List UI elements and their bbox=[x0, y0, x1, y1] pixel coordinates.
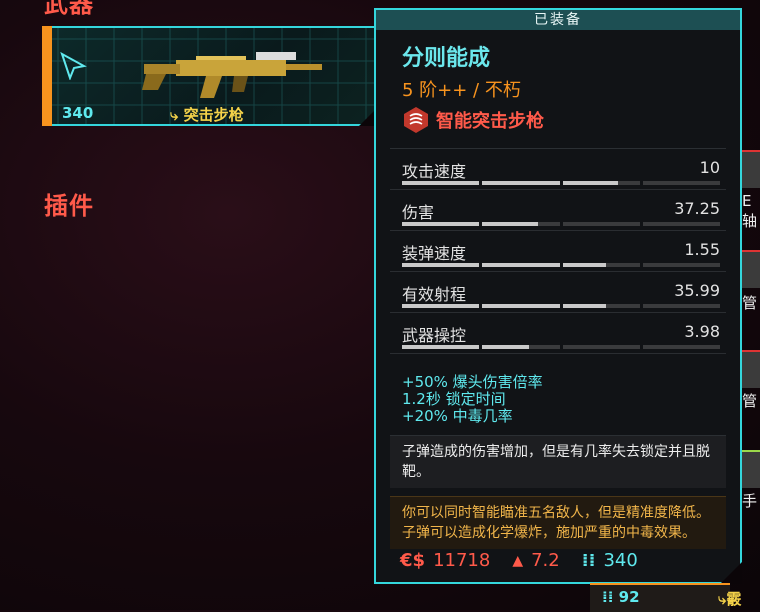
weapon-description: 子弹造成的伤害增加，但是有几率失去锁定并且脱靶。 bbox=[390, 435, 726, 488]
stat-row: 有效射程 35.99 bbox=[390, 272, 726, 313]
stat-bar bbox=[402, 222, 720, 226]
stat-value: 37.25 bbox=[674, 199, 720, 218]
stat-name: 武器操控 bbox=[402, 326, 467, 345]
edge-item-4[interactable] bbox=[742, 450, 760, 488]
stat-value: 10 bbox=[699, 158, 720, 177]
weapon-class-label: 智能突击步枪 bbox=[436, 111, 544, 132]
stat-name: 有效射程 bbox=[402, 285, 467, 304]
edge-item-label-2: 管 bbox=[742, 294, 758, 312]
equipped-accent-bar bbox=[42, 26, 52, 126]
stat-bar bbox=[402, 181, 720, 185]
weapon-tier: 5 阶++ / 不朽 bbox=[402, 80, 521, 101]
ammo-icon: ⁞⁞ bbox=[581, 550, 596, 571]
stat-value: 1.55 bbox=[684, 240, 720, 259]
stat-bar bbox=[402, 304, 720, 308]
mods-list: +50% 爆头伤害倍率 1.2秒 锁定时间 +20% 中毒几率 bbox=[402, 374, 726, 425]
stat-row: 伤害 37.25 bbox=[390, 190, 726, 231]
edge-item-1[interactable] bbox=[742, 150, 760, 188]
mod-line: +20% 中毒几率 bbox=[402, 407, 513, 425]
stat-bar bbox=[402, 263, 720, 267]
edge-item-label-4: 手 bbox=[742, 492, 758, 510]
stat-name: 伤害 bbox=[402, 203, 435, 222]
weapon-section-label: 武器 bbox=[44, 0, 94, 18]
stat-value: 35.99 bbox=[674, 281, 720, 300]
smart-rifle-icon: ⤷ bbox=[170, 106, 179, 124]
tooltip-corner-cut bbox=[720, 562, 742, 584]
weapon-tooltip: 已装备 分则能成 5 阶++ / 不朽 智能突击步枪 攻击速度 10 伤害 37.25… bbox=[374, 8, 742, 584]
stat-name: 攻击速度 bbox=[402, 162, 467, 181]
weight-icon: ▲ bbox=[512, 552, 524, 569]
stat-row: 攻击速度 10 bbox=[390, 149, 726, 190]
weapon-ammo: 340 bbox=[62, 104, 94, 122]
edge-item-label-3: 管 bbox=[742, 392, 758, 410]
mod-line: +50% 爆头伤害倍率 bbox=[402, 373, 543, 391]
ammo-count: 340 bbox=[603, 550, 638, 571]
stat-row: 装弹速度 1.55 bbox=[390, 231, 726, 272]
bottom-weapon-type: ⤷霰 bbox=[718, 590, 742, 608]
edge-item-label-1: E 轴 bbox=[742, 192, 758, 230]
bottom-weapon-ammo: ⁞⁞ 92 bbox=[602, 588, 640, 606]
mod-line: 1.2秒 锁定时间 bbox=[402, 390, 506, 408]
tooltip-header: 已装备 bbox=[376, 10, 740, 30]
assault-rifle-icon bbox=[142, 52, 322, 98]
price: 11718 bbox=[433, 550, 491, 571]
weapon-lore: 你可以同时智能瞄准五名敌人，但是精准度降低。子弹可以造成化学爆炸，施加严重的中毒… bbox=[390, 496, 726, 549]
stat-value: 3.98 bbox=[684, 322, 720, 341]
weight: 7.2 bbox=[531, 550, 560, 571]
stat-bar bbox=[402, 345, 720, 349]
edge-item-2[interactable] bbox=[742, 250, 760, 288]
equipped-weapon-card[interactable]: 340 ⤷ 突击步枪 bbox=[42, 26, 377, 126]
edge-item-3[interactable] bbox=[742, 350, 760, 388]
mods-section-label: 插件 bbox=[44, 192, 94, 220]
tooltip-footer: €$ 11718 ▲ 7.2 ⁞⁞ 340 bbox=[400, 550, 638, 571]
weapon-type: ⤷ 突击步枪 bbox=[170, 106, 244, 124]
weapon-class: 智能突击步枪 bbox=[402, 106, 726, 134]
weapon-name: 分则能成 bbox=[402, 46, 491, 71]
cursor-icon bbox=[60, 51, 87, 80]
money-icon: €$ bbox=[400, 550, 426, 571]
stats-list: 攻击速度 10 伤害 37.25 装弹速度 1.55 有效射程 35.99 武器操控 3.98 bbox=[390, 148, 726, 354]
stat-name: 装弹速度 bbox=[402, 244, 467, 263]
smart-weapon-icon bbox=[404, 107, 428, 133]
stat-row: 武器操控 3.98 bbox=[390, 313, 726, 354]
